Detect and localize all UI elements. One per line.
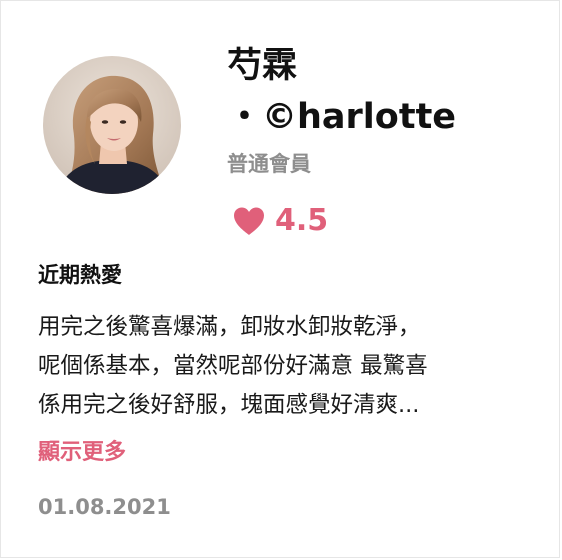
review-text-line: 係用完之後好舒服，塊面感覺好清爽... <box>38 392 420 418</box>
review-text: 用完之後驚喜爆滿，卸妝水卸妝乾淨， 呢個係基本，當然呢部份好滿意 最驚喜 係用完… <box>38 308 528 425</box>
section-title: 近期熱愛 <box>38 263 122 287</box>
review-text-line: 用完之後驚喜爆滿，卸妝水卸妝乾淨， <box>38 314 421 340</box>
member-level: 普通會員 <box>227 152 311 176</box>
review-card: 芍霖 ・©harlotte 普通會員 4.5 近期熱愛 用完之後驚喜爆滿，卸妝水… <box>0 0 560 558</box>
user-name-line-2: ・©harlotte <box>227 97 457 137</box>
avatar[interactable] <box>43 56 181 194</box>
avatar-photo <box>43 56 181 194</box>
user-name: 芍霖 ・©harlotte <box>227 41 527 143</box>
show-more-link[interactable]: 顯示更多 <box>38 433 126 473</box>
review-text-line: 呢個係基本，當然呢部份好滿意 最驚喜 <box>38 353 428 379</box>
heart-icon <box>234 207 264 235</box>
rating: 4.5 <box>232 199 328 243</box>
rating-value: 4.5 <box>275 203 329 238</box>
review-date: 01.08.2021 <box>38 495 171 519</box>
user-name-line-1: 芍霖 <box>227 46 298 86</box>
